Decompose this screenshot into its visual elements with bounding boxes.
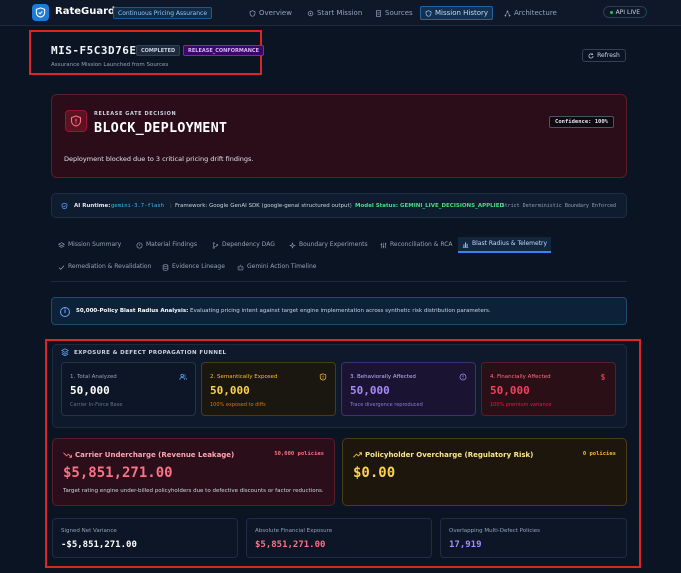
- mission-id: MIS-F5C3D76E: [51, 44, 137, 57]
- runtime-separator: |: [350, 203, 352, 209]
- tab-gemini-action-timeline-label: Gemini Action Timeline: [247, 263, 317, 270]
- runtime-framework: Framework: Google GenAI SDK (google-gena…: [175, 203, 352, 209]
- nav-architecture[interactable]: Architecture: [500, 6, 561, 20]
- mission-subtitle: Assurance Mission Launched from Sources: [51, 62, 169, 68]
- git-branch-icon: [212, 241, 219, 249]
- alert-circle-icon: [136, 242, 143, 248]
- database-icon: [162, 263, 169, 271]
- nav-overview[interactable]: Overview: [245, 6, 296, 20]
- ai-runtime-bar: AI Runtime: gemini-3.7-flash | Framework…: [51, 193, 627, 218]
- bot-icon: [237, 264, 244, 270]
- tab-blast-radius-telemetry-label: Blast Radius & Telemetry: [472, 240, 548, 247]
- tab-boundary-experiments[interactable]: Boundary Experiments: [285, 237, 372, 253]
- tab-remediation-revalidation[interactable]: Remediation & Revalidation: [54, 259, 155, 275]
- confidence-badge: Confidence: 100%: [549, 116, 614, 128]
- status-badge: COMPLETED: [136, 45, 181, 56]
- network-icon: [504, 10, 511, 16]
- tabs-divider: [51, 281, 627, 282]
- tab-gemini-action-timeline[interactable]: Gemini Action Timeline: [233, 259, 320, 275]
- sparkle-icon: [289, 242, 296, 248]
- refresh-icon: [588, 52, 594, 58]
- info-text-body: Evaluating pricing intent against target…: [188, 308, 491, 314]
- tab-dependency-dag-label: Dependency DAG: [222, 241, 275, 248]
- live-dot-icon: [609, 10, 613, 14]
- tab-mission-summary-label: Mission Summary: [68, 241, 122, 248]
- tab-boundary-experiments-label: Boundary Experiments: [299, 241, 368, 248]
- runtime-boundary-note: Strict Deterministic Boundary Enforced: [501, 203, 616, 209]
- brand-name-text: RateGuard: [55, 6, 116, 17]
- brand-tagline: Continuous Pricing Assurance: [113, 7, 213, 19]
- nav-sources[interactable]: Sources: [371, 6, 417, 20]
- layers-icon: [58, 241, 65, 248]
- refresh-button[interactable]: Refresh: [582, 49, 626, 62]
- runtime-label: AI Runtime:: [74, 203, 111, 209]
- shield-logo-icon: [32, 4, 49, 21]
- shield-alert-icon: [65, 110, 87, 132]
- tab-reconciliation-rca[interactable]: Reconciliation & RCA: [376, 237, 457, 253]
- info-icon: i: [60, 307, 70, 317]
- nav-sources-label: Sources: [385, 9, 413, 17]
- nav-architecture-label: Architecture: [514, 9, 557, 17]
- runtime-model-status: Model Status: GEMINI_LIVE_DECISIONS_APPL…: [355, 203, 505, 209]
- tab-evidence-lineage[interactable]: Evidence Lineage: [158, 259, 229, 275]
- nav-overview-label: Overview: [259, 9, 292, 17]
- release-gate-decision-card: RELEASE GATE DECISION BLOCK_DEPLOYMENT C…: [51, 94, 627, 178]
- blast-radius-info-banner: i 50,000-Policy Blast Radius Analysis: E…: [51, 297, 627, 325]
- sliders-icon: [380, 242, 387, 248]
- shield-check-icon: [61, 202, 68, 210]
- gate-description: Deployment blocked due to 3 critical pri…: [64, 155, 254, 163]
- tab-remediation-revalidation-label: Remediation & Revalidation: [68, 263, 152, 270]
- tab-reconciliation-rca-label: Reconciliation & RCA: [390, 241, 453, 248]
- top-navigation-bar: RateGuard AI Continuous Pricing Assuranc…: [0, 0, 681, 26]
- runtime-separator: |: [170, 203, 172, 209]
- funnel-section-highlight: [45, 339, 641, 568]
- runtime-model: gemini-3.7-flash: [111, 203, 164, 209]
- gate-decision: BLOCK_DEPLOYMENT: [94, 120, 228, 136]
- nav-mission-history[interactable]: Mission History: [420, 6, 494, 20]
- nav-mission-history-label: Mission History: [435, 9, 489, 17]
- tab-dependency-dag[interactable]: Dependency DAG: [208, 237, 279, 253]
- api-live-label: API LIVE: [615, 8, 640, 16]
- info-text: 50,000-Policy Blast Radius Analysis: Eva…: [76, 308, 491, 314]
- check-icon: [58, 265, 65, 270]
- mission-type-badge: RELEASE_CONFORMANCE: [183, 45, 264, 56]
- tab-evidence-lineage-label: Evidence Lineage: [172, 263, 225, 270]
- api-live-indicator: API LIVE: [602, 6, 647, 18]
- nav-start-mission[interactable]: Start Mission: [303, 6, 366, 20]
- gate-label: RELEASE GATE DECISION: [94, 111, 177, 117]
- bar-chart-icon: [462, 241, 469, 248]
- shield-icon: [425, 9, 432, 17]
- tab-blast-radius-telemetry[interactable]: Blast Radius & Telemetry: [458, 237, 552, 253]
- document-icon: [376, 9, 381, 17]
- tab-material-findings[interactable]: Material Findings: [132, 237, 201, 253]
- tab-material-findings-label: Material Findings: [146, 241, 197, 248]
- nav-start-mission-label: Start Mission: [317, 9, 363, 17]
- tab-mission-summary[interactable]: Mission Summary: [54, 237, 125, 253]
- gear-icon: [307, 10, 314, 16]
- info-text-bold: 50,000-Policy Blast Radius Analysis:: [76, 308, 189, 314]
- refresh-label: Refresh: [597, 52, 620, 59]
- shield-icon: [249, 9, 256, 17]
